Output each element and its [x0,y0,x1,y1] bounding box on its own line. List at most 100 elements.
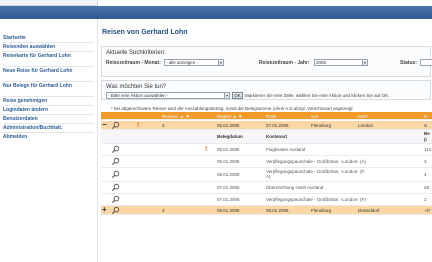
trip-last: -47 [424,208,431,213]
divider [3,132,94,133]
warning-icon: ! [205,146,208,153]
trip-to: London [358,123,374,128]
divider [3,42,94,43]
divider [3,51,94,52]
divider [3,66,94,67]
sidebar-item-administration[interactable]: Administration/Buchhalt. [3,125,95,131]
month-select[interactable]: - alle anzeigen - ▾ [164,59,224,66]
divider [3,114,94,115]
sidebar-item-neue-reise[interactable]: Neue Reise für Gerhard Lohn [3,68,95,74]
magnifier-icon[interactable] [111,145,120,154]
receipt-date: 05.01.2006 [217,159,240,164]
receipt-amount: 114 [424,147,432,152]
action-box: Was möchten Sie tun? - Bitte eine Aktion… [101,80,431,100]
table-row[interactable]: 06.01.2006 Verpflegungspauschale - Großb… [101,168,432,182]
year-select[interactable]: 2006 ▾ [314,59,368,66]
action-hint: Markieren Sie eine Zeile, wählen Sie ein… [245,93,390,98]
trip-nr: 4 [162,123,165,128]
month-select-value: - alle anzeigen - [166,60,199,65]
col-nach[interactable]: nach [358,114,368,119]
receipt-kind: Verpflegungspauschale - Großbritan. -Lon… [266,159,367,164]
sidebar-item-abmelden[interactable]: Abmelden [3,134,95,140]
trip-begin: 05.01.2006 [217,123,240,128]
sidebar: Startseite Reisenden auswählen Reisekart… [0,19,97,262]
trip-end: 08.01.2006 [266,208,289,213]
search-criteria-box: Aktuelle Suchkriterien: Reisezeitraum - … [101,46,432,77]
sidebar-item-reisenden-auswaehlen[interactable]: Reisenden auswählen [3,44,95,50]
criteria-heading: Aktuelle Suchkriterien: [106,50,166,56]
chevron-down-icon: ▾ [224,93,229,98]
amount-note: * bei abgerechneten Reisen wird der Ausz… [111,106,353,111]
receipts-header: Belegdatum Kostenart Be (I [101,130,432,144]
trip-last: S [424,123,428,128]
receipt-date: 06.01.2006 [217,172,240,177]
trip-from: Flensburg [311,123,332,128]
ok-button[interactable]: OK [232,92,243,99]
col-kostenart: Kostenart [266,134,288,139]
table-row[interactable]: 07.01.2006 Übernachtung Hotel Ausland 28 [101,182,432,194]
collapse-toggle[interactable]: − [102,121,107,129]
header-strip [0,6,432,19]
magnifier-icon[interactable] [111,195,120,204]
col-betrag-bottom: (I [424,137,427,142]
col-ende[interactable]: Ende [266,114,277,119]
receipt-date: 05.01.2006 [217,147,240,152]
status-select[interactable] [420,59,432,66]
col-belegdatum: Belegdatum [217,134,243,139]
main-content: Reisen von Gerhard Lohn Aktuelle Suchkri… [97,19,432,262]
sidebar-item-nur-belege[interactable]: Nur Belege für Gerhard Lohn [3,83,95,89]
divider [3,123,94,124]
trip-nr: 3 [162,208,165,213]
table-header: Reisenr. ▲ ▼ Beginn ▲ ▼ Ende von nach S [101,112,432,120]
col-s[interactable]: S [424,114,427,119]
col-von[interactable]: von [311,114,318,119]
table-row[interactable]: 05.01.2006 Verpflegungspauschale - Großb… [101,156,432,168]
sidebar-item-benutzerdaten[interactable]: Benutzerdaten [3,116,95,122]
receipt-amount: 2 [424,197,427,202]
col-beginn[interactable]: Beginn ▲ ▼ [217,114,242,119]
table-row-trip-3[interactable]: + 3 08.01.2006 08.01.2006 Flensburg Düss… [101,206,432,215]
divider [3,96,94,97]
trip-to: Düsseldorf [358,208,380,213]
receipt-amount: 28 [424,185,430,190]
magnifier-icon[interactable] [111,121,120,130]
warning-icon: ! [137,122,140,129]
sidebar-item-startseite[interactable]: Startseite [3,35,95,41]
magnifier-icon[interactable] [111,183,120,192]
sidebar-item-reise-genehmigen[interactable]: Reise genehmigen [3,98,95,104]
sidebar-item-reisekarte[interactable]: Reisekarte für Gerhard Lohn [3,53,95,59]
table-row-trip-4[interactable]: − ! 4 05.01.2006 07.01.2006 Flensburg Lo… [101,121,432,130]
col-betrag-top: Be [424,131,430,136]
trip-end: 07.01.2006 [266,123,289,128]
magnifier-icon[interactable] [111,170,120,179]
page-title: Reisen von Gerhard Lohn [102,29,188,36]
sidebar-item-logindaten[interactable]: Logindaten ändern [3,107,95,113]
status-label: Status: [400,60,417,66]
receipt-date: 07.01.2006 [217,185,240,190]
receipt-amount: 4 [424,172,427,177]
chevron-down-icon: ▾ [218,60,223,65]
receipt-kind: Verpflegungspauschale - Großbritan. -Lon… [266,197,366,202]
trip-from: Flensburg [311,208,332,213]
receipt-kind: Verpflegungspauschale - Großbritan. -Lon… [266,169,366,179]
divider [3,105,94,106]
receipt-amount: 3 [424,159,427,164]
table-row[interactable]: ! 05.01.2006 Flugkosten Ausland 114 [101,144,432,156]
receipt-date: 07.01.2006 [217,197,240,202]
col-reisenr[interactable]: Reisenr. ▲ ▼ [162,114,190,119]
action-heading: Was möchten Sie tun? [106,84,167,90]
expand-toggle[interactable]: + [102,206,107,214]
receipt-kind: Übernachtung Hotel Ausland [266,185,324,190]
chevron-down-icon: ▾ [362,60,367,65]
receipt-kind: Flugkosten Ausland [266,147,306,152]
table-row[interactable]: 07.01.2006 Verpflegungspauschale - Großb… [101,194,432,206]
action-select-value: - Bitte eine Aktion auswählen - [108,93,169,98]
magnifier-icon[interactable] [111,206,120,215]
year-label: Reisezeitraum - Jahr: [259,60,310,66]
year-select-value: 2006 [316,60,327,65]
month-label: Reisezeitraum - Monat: [106,60,161,66]
trip-begin: 08.01.2006 [217,208,240,213]
divider [3,81,94,82]
action-select[interactable]: - Bitte eine Aktion auswählen - ▾ [106,92,230,99]
magnifier-icon[interactable] [111,157,120,166]
